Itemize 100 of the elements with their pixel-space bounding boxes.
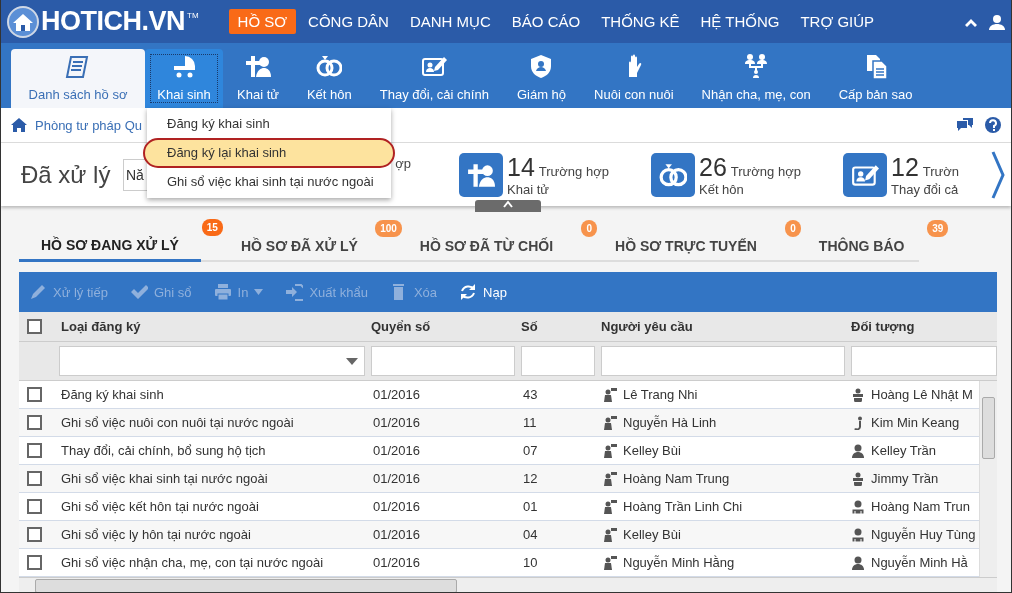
person-sign-icon (603, 415, 617, 430)
stat-unit: ợp (394, 156, 411, 171)
toolbar-button[interactable]: Nạp (459, 283, 507, 301)
filter-field[interactable] (371, 346, 515, 376)
ribbon-button[interactable]: Thay đổi, cải chính (365, 49, 503, 108)
ribbon-button[interactable]: Khai tử (223, 49, 293, 108)
list-icon (65, 53, 91, 79)
table-cell-text: 01/2016 (372, 443, 421, 458)
table-cell: Nguyễn Huy Tùng (871, 527, 976, 542)
person-sign-icon (603, 471, 617, 486)
caret-down-icon (254, 289, 264, 295)
column-header[interactable]: Đối tượng (851, 319, 997, 334)
table-cell: Hoàng Trần Linh Chi (623, 499, 743, 514)
ribbon-button[interactable]: Giám hộ (502, 49, 581, 108)
help-icon[interactable] (985, 117, 1001, 133)
row-checkbox[interactable] (27, 499, 42, 514)
pencil-icon (29, 283, 47, 301)
row-checkbox[interactable] (27, 387, 42, 402)
table-cell: Hoàng Nam Trun (871, 499, 970, 514)
select-all-checkbox[interactable] (27, 319, 42, 334)
row-checkbox[interactable] (27, 443, 42, 458)
caret-down-icon (346, 357, 358, 365)
stat-label: Kết hôn (699, 181, 745, 197)
chevron-right-icon[interactable] (991, 149, 1005, 200)
table-cell: Kelley Bùi (623, 527, 681, 542)
stat-icon (651, 152, 695, 197)
ribbon-button[interactable]: Kết hôn (292, 49, 366, 108)
table-cell-text: Ghi sổ việc nhận cha, mẹ, con tại nước ngoài (60, 555, 325, 570)
count-badge: 39 (927, 220, 949, 237)
person-sign-icon (603, 555, 617, 570)
menu-item[interactable]: Ghi sổ việc khai sinh tại nước ngoài (147, 168, 391, 196)
stat-unit: Trường hợp (538, 163, 609, 179)
column-header[interactable]: Quyển số (371, 319, 521, 334)
count-badge: 0 (785, 220, 801, 237)
house-logo-icon (7, 5, 39, 38)
stat-icon (843, 152, 887, 197)
table-cell-text: 01/2016 (372, 415, 421, 430)
chat-icon[interactable] (957, 117, 973, 133)
column-header[interactable]: Loại đăng ký (49, 319, 371, 334)
row-checkbox[interactable] (27, 471, 42, 486)
table-cell-text: Đăng ký khai sinh (60, 387, 165, 402)
table-cell-text: Thay đổi, cải chính, bổ sung hộ tịch (60, 443, 267, 458)
vertical-scrollbar[interactable] (979, 381, 997, 577)
table-cell-text: 01/2016 (372, 555, 421, 570)
filter-field[interactable] (851, 346, 997, 376)
row-checkbox[interactable] (27, 527, 42, 542)
column-header[interactable]: Số (521, 319, 601, 334)
ribbon-button[interactable]: Cấp bản sao (824, 49, 927, 108)
logo-text: HOTICH.VN (41, 6, 185, 37)
table-cell: Kelley Trần (871, 443, 937, 458)
breadcrumb-link[interactable]: Phòng tư pháp Qu (35, 117, 142, 133)
refresh-icon (459, 283, 478, 301)
ribbon-button[interactable]: Nuôi con nuôi (580, 49, 688, 108)
main-menu-item[interactable]: BÁO CÁO (502, 9, 590, 34)
table-cell-text: 01 (522, 499, 539, 514)
filter-field[interactable] (601, 346, 845, 376)
column-header[interactable]: Người yêu cầu (601, 319, 851, 334)
main-menu-item[interactable]: HỆ THỐNG (691, 9, 789, 34)
stat-unit: Trườn (922, 163, 960, 179)
family-icon (743, 53, 770, 79)
row-checkbox[interactable] (27, 555, 42, 570)
table-cell: Hoàng Lê Nhật M (871, 387, 973, 402)
table-cell-text: 43 (522, 387, 539, 402)
table-cell: Kim Min Keang (871, 415, 960, 430)
rings-icon (316, 53, 343, 79)
table-cell: Jimmy Trần (871, 471, 939, 486)
table-cell: Kelley Bùi (623, 443, 681, 458)
menu-item[interactable]: Đăng ký khai sinh (147, 110, 391, 138)
table-cell-text: 01/2016 (372, 471, 421, 486)
table-cell-text: 01/2016 (372, 499, 421, 514)
trademark: TM (187, 10, 199, 20)
collapse-handle[interactable] (475, 200, 541, 212)
stat-count: 14 (507, 152, 535, 182)
menu-item[interactable]: Đăng ký lại khai sinh (143, 138, 395, 168)
stat-label: Khai tử (507, 181, 550, 197)
table-cell-text: 01/2016 (372, 527, 421, 542)
person-sign-icon (603, 443, 617, 458)
ribbon-button[interactable]: Danh sách hồ sơ (11, 49, 145, 108)
main-menu-item[interactable]: DANH MỤC (400, 9, 500, 34)
ribbon-button[interactable]: Khai sinh (145, 49, 223, 108)
table-cell: Lê Trang Nhi (623, 387, 698, 402)
count-badge: 0 (581, 220, 598, 237)
home-icon[interactable] (11, 117, 27, 133)
main-menu-item[interactable]: TRỢ GIÚP (791, 9, 884, 34)
row-checkbox[interactable] (27, 415, 42, 430)
table-cell-text: 04 (522, 527, 539, 542)
user-icon[interactable] (989, 13, 1005, 30)
table-cell-text: 10 (522, 555, 539, 570)
person-sign-icon (603, 527, 617, 542)
main-menu-item[interactable]: CÔNG DÂN (299, 9, 398, 34)
count-badge: 15 (201, 219, 223, 236)
ribbon-button[interactable]: Nhận cha, mẹ, con (687, 49, 825, 108)
table-cell: Nguyễn Hà Linh (623, 415, 717, 430)
main-menu-item[interactable]: THỐNG KÊ (592, 9, 689, 34)
print-icon (213, 283, 232, 301)
stroller-icon (171, 53, 197, 79)
death-icon (244, 53, 271, 79)
filter-field[interactable] (521, 346, 595, 376)
summary-title: Đã xử lý (21, 160, 112, 189)
horizontal-scrollbar[interactable] (19, 577, 997, 592)
